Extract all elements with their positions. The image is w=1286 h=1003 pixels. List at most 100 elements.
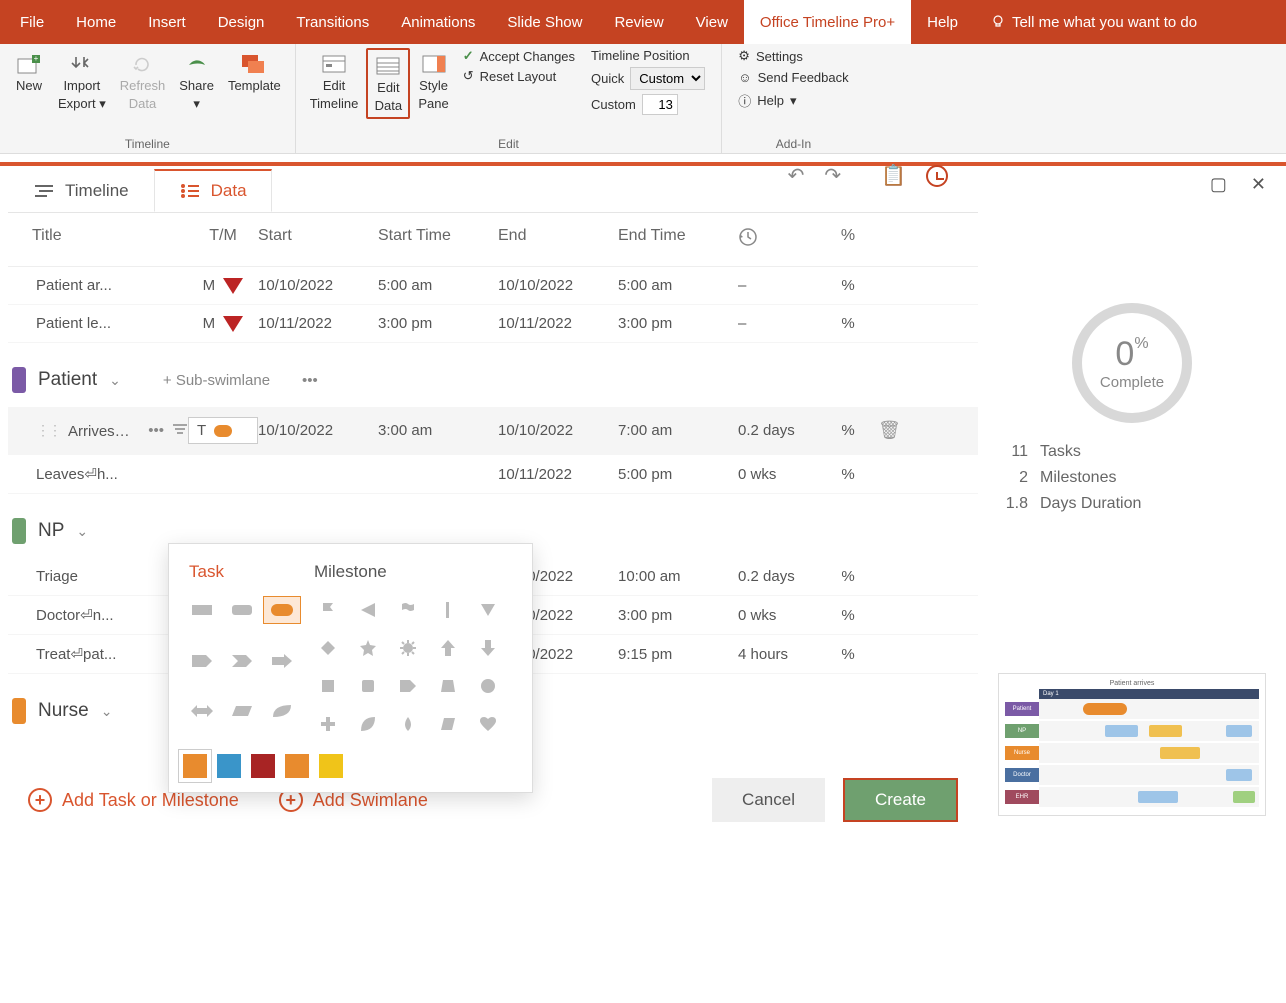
ribbon-edit-timeline-button[interactable]: Edit Timeline <box>304 48 365 115</box>
cell-end[interactable]: 10/10/2022 <box>498 422 618 439</box>
header-starttime[interactable]: Start Time <box>378 227 498 252</box>
menu-file[interactable]: File <box>4 0 60 44</box>
cell-tm[interactable]: M <box>188 277 258 294</box>
menu-help[interactable]: Help <box>911 0 974 44</box>
create-button[interactable]: Create <box>843 778 958 822</box>
cell-title[interactable]: Triage <box>8 568 188 585</box>
cell-title[interactable]: Leaves⏎h... <box>8 465 188 483</box>
cell-dur[interactable]: 0 wks <box>738 607 818 624</box>
cell-endtime[interactable]: 5:00 pm <box>618 466 738 483</box>
cell-dur[interactable]: – <box>738 277 818 294</box>
cell-starttime[interactable]: 5:00 am <box>378 277 498 294</box>
chevron-down-icon[interactable]: ⌄ <box>101 703 113 720</box>
cell-pct[interactable]: % <box>818 277 878 294</box>
cell-pct[interactable]: % <box>818 568 878 585</box>
ribbon-accept-changes[interactable]: ✓Accept Changes <box>463 48 575 64</box>
maximize-icon[interactable]: ▢ <box>1210 174 1227 195</box>
drag-handle-icon[interactable]: ⋮⋮ <box>36 422 60 439</box>
history-clock-icon[interactable] <box>926 165 948 187</box>
ribbon-help[interactable]: ⓘHelp ▾ <box>738 91 848 110</box>
chevron-down-icon[interactable]: ⌄ <box>76 523 88 540</box>
header-start[interactable]: Start <box>258 227 378 252</box>
header-pct[interactable]: % <box>818 227 878 252</box>
swatch-orange[interactable] <box>183 754 207 778</box>
cell-title[interactable]: Patient le... <box>8 315 188 332</box>
swatch-blue[interactable] <box>217 754 241 778</box>
header-title[interactable]: Title <box>8 227 188 252</box>
cell-endtime[interactable]: 5:00 am <box>618 277 738 294</box>
shape-arrow-both[interactable] <box>183 697 221 725</box>
cell-title[interactable]: Treat⏎pat... <box>8 645 188 663</box>
cell-endtime[interactable]: 3:00 pm <box>618 315 738 332</box>
menu-review[interactable]: Review <box>598 0 679 44</box>
shape-drop[interactable] <box>389 710 427 738</box>
shape-tab-milestone[interactable]: Milestone <box>314 562 387 582</box>
shape-plus[interactable] <box>309 710 347 738</box>
shape-tri-down[interactable] <box>469 596 507 624</box>
shape-square-r[interactable] <box>349 672 387 700</box>
cell-dur[interactable]: 0 wks <box>738 466 818 483</box>
cell-pct[interactable]: % <box>818 607 878 624</box>
cell-title[interactable]: Patient ar... <box>8 277 188 294</box>
ribbon-feedback[interactable]: ☺Send Feedback <box>738 70 848 85</box>
table-row[interactable]: ⋮⋮ Arrives⏎a... ••• T 10/10/2022 3:00 am… <box>8 407 978 455</box>
shape-pentagon-r[interactable] <box>389 672 427 700</box>
undo-icon[interactable]: ↶ <box>788 163 805 188</box>
cell-endtime[interactable]: 9:15 pm <box>618 646 738 663</box>
shape-arrow-bold[interactable] <box>263 647 301 675</box>
ribbon-settings[interactable]: ⚙Settings <box>738 48 848 64</box>
shape-pill[interactable] <box>263 596 301 624</box>
shape-flag[interactable] <box>309 596 347 624</box>
ribbon-share-button[interactable]: Share ▾ <box>173 48 220 115</box>
shape-burst[interactable] <box>389 634 427 662</box>
cell-dur[interactable]: 0.2 days <box>738 422 818 439</box>
cell-tm[interactable]: T <box>188 417 258 444</box>
ribbon-style-pane-button[interactable]: Style Pane <box>412 48 454 115</box>
shape-arrow-right[interactable] <box>183 647 221 675</box>
quick-select[interactable]: Custom <box>630 67 705 90</box>
cell-tm[interactable]: M <box>188 315 258 332</box>
cancel-button[interactable]: Cancel <box>712 778 825 822</box>
cell-pct[interactable]: % <box>818 315 878 332</box>
cell-dur[interactable]: 0.2 days <box>738 568 818 585</box>
menu-design[interactable]: Design <box>202 0 281 44</box>
swatch-yellow[interactable] <box>319 754 343 778</box>
shape-tab-task[interactable]: Task <box>189 562 224 582</box>
ribbon-edit-data-button[interactable]: Edit Data <box>366 48 410 119</box>
custom-input[interactable] <box>642 94 678 115</box>
cell-end[interactable]: 10/10/2022 <box>498 277 618 294</box>
shape-square[interactable] <box>309 672 347 700</box>
cell-end[interactable]: 10/11/2022 <box>498 466 618 483</box>
shape-tri-left[interactable] <box>349 596 387 624</box>
table-row[interactable]: Patient ar... M 10/10/2022 5:00 am 10/10… <box>8 267 978 305</box>
shape-arrow-down[interactable] <box>469 634 507 662</box>
menu-insert[interactable]: Insert <box>132 0 202 44</box>
shape-flag-wave[interactable] <box>389 596 427 624</box>
menu-slideshow[interactable]: Slide Show <box>491 0 598 44</box>
cell-starttime[interactable]: 3:00 pm <box>378 315 498 332</box>
cell-endtime[interactable]: 7:00 am <box>618 422 738 439</box>
add-sub-swimlane[interactable]: + Sub-swimlane <box>163 372 270 389</box>
menu-home[interactable]: Home <box>60 0 132 44</box>
table-row[interactable]: Leaves⏎h... 10/11/2022 5:00 pm 0 wks % <box>8 455 978 494</box>
cell-pct[interactable]: % <box>818 466 878 483</box>
cell-start[interactable]: 10/11/2022 <box>258 315 378 332</box>
redo-icon[interactable]: ↷ <box>824 163 841 188</box>
shape-bar-round[interactable] <box>223 596 261 624</box>
tm-shape-selector[interactable]: T <box>188 417 258 444</box>
shape-heart[interactable] <box>469 710 507 738</box>
tab-data[interactable]: Data <box>154 169 272 212</box>
shape-parallelogram[interactable] <box>223 697 261 725</box>
shape-chevron[interactable] <box>223 647 261 675</box>
shape-leaf[interactable] <box>263 697 301 725</box>
ribbon-new-button[interactable]: + New <box>8 48 50 98</box>
more-options[interactable]: ••• <box>302 372 318 389</box>
shape-star[interactable] <box>349 634 387 662</box>
filter-icon[interactable] <box>172 422 188 439</box>
chevron-down-icon[interactable]: ⌄ <box>109 372 121 389</box>
cell-pct[interactable]: % <box>818 422 878 439</box>
cell-dur[interactable]: – <box>738 315 818 332</box>
ribbon-import-button[interactable]: Import Export ▾ <box>52 48 112 115</box>
menu-transitions[interactable]: Transitions <box>280 0 385 44</box>
shape-trapezoid[interactable] <box>429 672 467 700</box>
